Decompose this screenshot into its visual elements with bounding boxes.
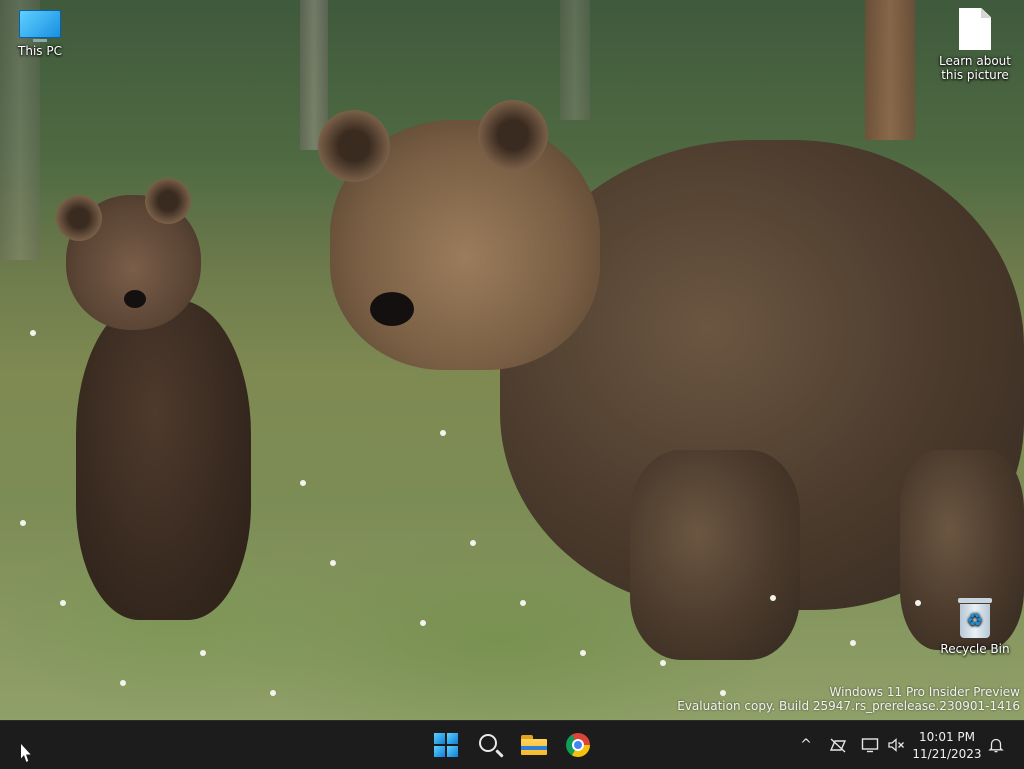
display-icon xyxy=(861,738,879,753)
notifications-button[interactable] xyxy=(984,733,1008,757)
monitor-icon xyxy=(19,10,61,42)
chrome-button[interactable] xyxy=(562,729,594,761)
watermark-line-1: Windows 11 Pro Insider Preview xyxy=(829,685,1020,699)
desktop-icon-label: Recycle Bin xyxy=(940,642,1010,656)
volume-button[interactable] xyxy=(884,733,908,757)
chevron-up-icon: ^ xyxy=(800,737,812,753)
folder-icon xyxy=(521,735,547,755)
desktop-icon-this-pc[interactable]: This PC xyxy=(0,10,80,58)
search-button[interactable] xyxy=(474,729,506,761)
search-icon xyxy=(479,734,497,752)
recycle-bin-icon: ♻ xyxy=(958,598,992,638)
taskbar: ^ 10:01 PM 11/21/2023 xyxy=(0,720,1024,769)
clock-button[interactable]: 10:01 PM 11/21/2023 xyxy=(912,729,982,763)
desktop-icon-label: Learn about this picture xyxy=(939,54,1011,82)
display-button[interactable] xyxy=(858,733,882,757)
sound-muted-icon xyxy=(888,738,904,752)
watermark-line-2: Evaluation copy. Build 25947.rs_prerelea… xyxy=(677,699,1020,713)
desktop-wallpaper xyxy=(0,0,1024,720)
clock-time: 10:01 PM xyxy=(919,730,975,744)
document-icon xyxy=(959,8,991,50)
evaluation-watermark: Windows 11 Pro Insider Preview Evaluatio… xyxy=(677,685,1020,713)
network-disconnected-icon xyxy=(829,738,847,753)
clock-date: 11/21/2023 xyxy=(912,747,982,761)
network-button[interactable] xyxy=(826,733,850,757)
show-hidden-icons-button[interactable]: ^ xyxy=(794,733,818,757)
notification-bell-icon xyxy=(988,738,1004,753)
desktop-icon-label: This PC xyxy=(18,44,62,58)
desktop-icon-learn-about-picture[interactable]: Learn about this picture xyxy=(935,8,1015,82)
start-button[interactable] xyxy=(430,729,462,761)
desktop-icon-recycle-bin[interactable]: ♻ Recycle Bin xyxy=(935,598,1015,656)
windows-logo-icon xyxy=(434,733,458,757)
chrome-icon xyxy=(566,733,590,757)
file-explorer-button[interactable] xyxy=(518,729,550,761)
